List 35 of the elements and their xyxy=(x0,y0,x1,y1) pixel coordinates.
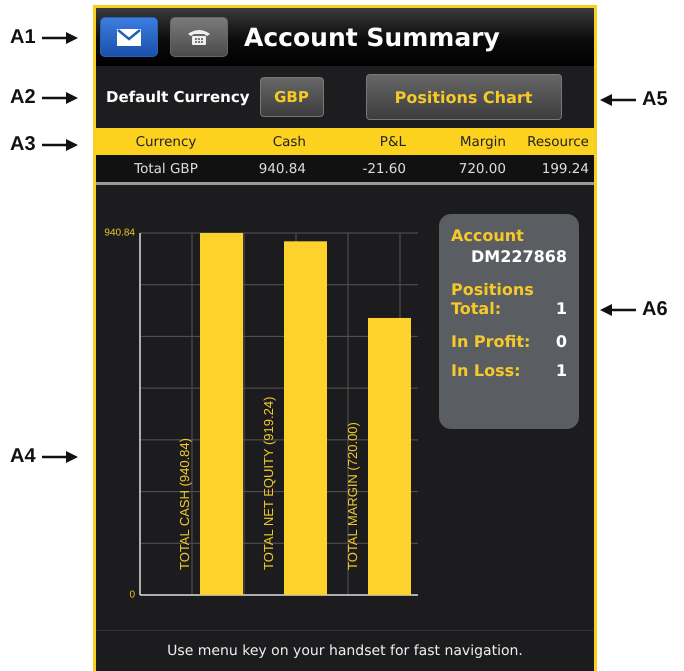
bar-label: TOTAL CASH (940.84) xyxy=(177,438,192,570)
callout-label: A2 xyxy=(10,86,36,109)
column-header: Margin xyxy=(458,134,506,150)
stat-label: In Loss: xyxy=(451,361,521,380)
column-header: Currency xyxy=(134,134,198,150)
bar-label: TOTAL MARGIN (720.00) xyxy=(345,422,360,570)
column-header: Cash xyxy=(272,134,306,150)
table-cell-text: 199.24 xyxy=(540,160,590,176)
stat-label: In Profit: xyxy=(451,332,530,351)
stat-value: 1 xyxy=(556,299,567,318)
callout-label: A6 xyxy=(642,298,668,321)
axis-tick-label: 940.84 xyxy=(104,228,135,239)
positions-chart-button[interactable]: Positions Chart xyxy=(366,74,562,120)
callout-label: A1 xyxy=(10,26,36,49)
bar-label: TOTAL NET EQUITY (919.24) xyxy=(261,396,276,570)
positions-label: Positions xyxy=(451,280,535,299)
stat-value: 1 xyxy=(556,361,567,380)
table-cell-text: Total GBP xyxy=(133,160,199,176)
stat-value: 0 xyxy=(556,332,567,351)
table-cell-text: -21.60 xyxy=(361,160,406,176)
footer-hint: Use menu key on your handset for fast navigation. xyxy=(167,643,523,659)
callout-label: A5 xyxy=(642,88,668,111)
callout-label: A4 xyxy=(10,445,36,468)
callout-label: A3 xyxy=(10,133,36,156)
currency-button[interactable]: GBP xyxy=(260,77,324,117)
table-cell-text: 720.00 xyxy=(458,160,506,176)
column-header: P&L xyxy=(378,134,406,150)
axis-tick-label: 0 xyxy=(129,590,135,601)
stat-label: Total: xyxy=(451,299,502,318)
account-id: DM227868 xyxy=(471,247,567,266)
account-label: Account xyxy=(451,226,525,245)
currency-label: Default Currency xyxy=(106,88,250,106)
screen-title: Account Summary xyxy=(244,22,500,52)
table-cell-text: 940.84 xyxy=(258,160,306,176)
column-header: Resource xyxy=(526,134,590,150)
